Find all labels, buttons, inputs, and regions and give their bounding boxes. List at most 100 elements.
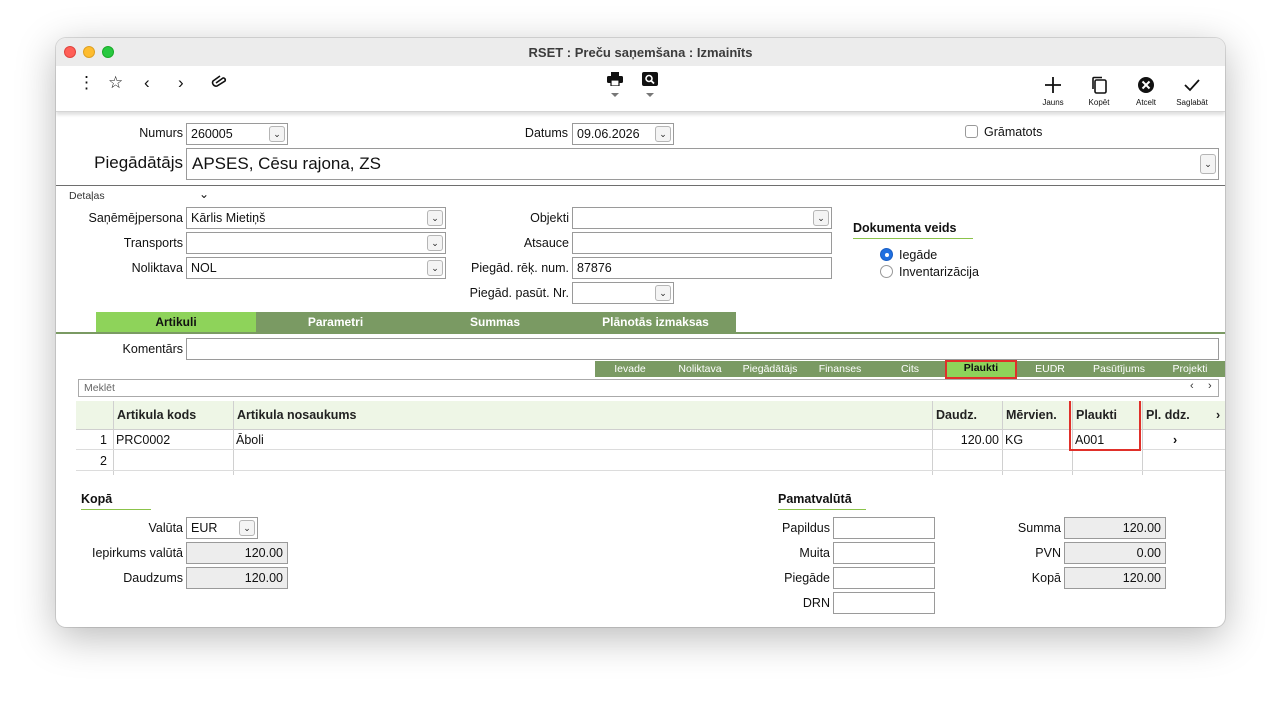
daudzums-field: 120.00: [186, 567, 288, 589]
grid-header: Artikula kods Artikula nosaukums Daudz. …: [76, 401, 1225, 430]
tab-divider: [56, 332, 1225, 334]
numurs-select[interactable]: 260005 ⌄: [186, 123, 288, 145]
subtab-eudr[interactable]: EUDR: [1017, 361, 1083, 377]
col-pl-ddz[interactable]: Pl. ddz.: [1146, 408, 1190, 422]
paperclip-icon[interactable]: [210, 74, 228, 92]
save-button-label: Saglabāt: [1176, 98, 1208, 107]
chevron-right-icon[interactable]: ›: [1216, 408, 1220, 422]
sanemejpersona-label: Saņēmējpersona: [88, 211, 183, 225]
table-row[interactable]: 1 PRC0002 Āboli 120.00 KG A001 ›: [76, 430, 1225, 450]
sanemejpersona-value: Kārlis Mietiņš: [191, 211, 266, 225]
star-icon[interactable]: ☆: [108, 74, 123, 92]
subtab-piegadatajs[interactable]: Piegādātājs: [735, 361, 805, 377]
gramatots-checkbox[interactable]: [965, 125, 978, 138]
save-button[interactable]: Saglabāt: [1172, 76, 1212, 107]
kopa-underline: [81, 509, 151, 510]
subtab-finanses[interactable]: Finanses: [805, 361, 875, 377]
komentars-input[interactable]: [186, 338, 1219, 360]
noliktava-label: Noliktava: [131, 261, 183, 275]
scroll-left-icon[interactable]: ‹: [1190, 380, 1194, 392]
subtab-cits[interactable]: Cits: [875, 361, 945, 377]
subtab-projekti[interactable]: Projekti: [1155, 361, 1225, 377]
copy-icon: [1079, 76, 1119, 94]
piegad-rek-input[interactable]: 87876: [572, 257, 832, 279]
subtab-pasutijums[interactable]: Pasūtījums: [1083, 361, 1155, 377]
sanemejpersona-select[interactable]: Kārlis Mietiņš ⌄: [186, 207, 446, 229]
pvn-label: PVN: [1035, 546, 1061, 560]
cancel-button-label: Atcelt: [1135, 98, 1156, 107]
tab-artikuli[interactable]: Artikuli: [96, 312, 256, 332]
tab-planotas-izmaksas[interactable]: Plānotās izmaksas: [575, 312, 736, 332]
more-menu-icon[interactable]: ⋮: [78, 74, 95, 92]
radio-iegade[interactable]: [880, 248, 893, 261]
radio-iegade-label: Iegāde: [899, 248, 938, 262]
cancel-button[interactable]: Atcelt: [1126, 76, 1166, 107]
gramatots-label: Grāmatots: [984, 125, 1043, 139]
table-row[interactable]: 2: [76, 451, 1225, 471]
radio-inventarizacija[interactable]: [880, 265, 893, 278]
col-artikula-nosaukums[interactable]: Artikula nosaukums: [237, 408, 356, 422]
copy-button-label: Kopēt: [1088, 98, 1110, 107]
subtab-noliktava[interactable]: Noliktava: [665, 361, 735, 377]
col-mervien[interactable]: Mērvien.: [1006, 408, 1057, 422]
cell-mervien[interactable]: KG: [1005, 433, 1023, 447]
cell-nosaukums[interactable]: Āboli: [236, 433, 264, 447]
chevron-down-icon: ⌄: [655, 285, 671, 301]
search-placeholder: Meklēt: [84, 382, 115, 394]
row-number: 2: [100, 454, 107, 468]
valuta-select[interactable]: EUR ⌄: [186, 517, 258, 539]
pvn-field: 0.00: [1064, 542, 1166, 564]
tab-parametri[interactable]: Parametri: [256, 312, 415, 332]
chevron-right-icon[interactable]: ›: [1173, 433, 1177, 447]
new-button[interactable]: Jauns: [1033, 76, 1073, 107]
transports-select[interactable]: ⌄: [186, 232, 446, 254]
noliktava-select[interactable]: NOL ⌄: [186, 257, 446, 279]
subtab-ievade[interactable]: Ievade: [595, 361, 665, 377]
col-daudz[interactable]: Daudz.: [936, 408, 977, 422]
muita-input[interactable]: [833, 542, 935, 564]
numurs-label: Numurs: [139, 126, 183, 140]
kopa-total-field: 120.00: [1064, 567, 1166, 589]
chevron-down-icon: ⌄: [1200, 154, 1216, 174]
numurs-value: 260005: [191, 127, 233, 141]
valuta-value: EUR: [191, 521, 218, 535]
cell-kods[interactable]: PRC0002: [116, 433, 170, 447]
copy-button[interactable]: Kopēt: [1079, 76, 1119, 107]
kopa-title: Kopā: [81, 492, 113, 506]
chevron-down-icon: ⌄: [427, 210, 443, 226]
print-icon[interactable]: [607, 72, 623, 97]
checkmark-icon: [1172, 76, 1212, 94]
datums-field[interactable]: 09.06.2026 ⌄: [572, 123, 674, 145]
piegadatajs-select[interactable]: APSES, Cēsu rajona, ZS ⌄: [186, 148, 1219, 180]
divider: [56, 185, 1225, 186]
plus-icon: [1033, 76, 1073, 94]
cell-daudz[interactable]: 120.00: [932, 433, 999, 447]
piegade-input[interactable]: [833, 567, 935, 589]
scroll-right-icon[interactable]: ›: [1208, 380, 1212, 392]
iepirkums-label: Iepirkums valūtā: [91, 546, 183, 560]
col-artikula-kods[interactable]: Artikula kods: [117, 408, 196, 422]
papildus-label: Papildus: [782, 521, 830, 535]
chevron-down-icon: ⌄: [239, 520, 255, 536]
objekti-select[interactable]: ⌄: [572, 207, 832, 229]
details-toggle-label[interactable]: Detaļas: [69, 190, 105, 202]
papildus-input[interactable]: [833, 517, 935, 539]
cancel-icon: [1126, 76, 1166, 94]
items-grid: Artikula kods Artikula nosaukums Daudz. …: [76, 401, 1225, 475]
piegad-pasut-select[interactable]: ⌄: [572, 282, 674, 304]
details-chevron-down-icon[interactable]: ⌄: [199, 187, 209, 201]
piegadatajs-label: Piegādātājs: [94, 153, 183, 172]
subtab-plaukti[interactable]: Plaukti: [945, 360, 1017, 379]
objekti-label: Objekti: [530, 211, 569, 225]
atsauce-input[interactable]: [572, 232, 832, 254]
search-input[interactable]: Meklēt ‹ ›: [78, 379, 1219, 397]
tab-summas[interactable]: Summas: [415, 312, 575, 332]
pamatvaluta-underline: [778, 509, 866, 510]
piegad-rek-value: 87876: [577, 261, 612, 275]
pamatvaluta-title: Pamatvalūtā: [778, 492, 852, 506]
chevron-right-icon[interactable]: ›: [178, 74, 184, 92]
piegade-label: Piegāde: [784, 571, 830, 585]
chevron-left-icon[interactable]: ‹: [144, 74, 150, 92]
search-preview-icon[interactable]: [642, 72, 658, 97]
drn-input[interactable]: [833, 592, 935, 614]
